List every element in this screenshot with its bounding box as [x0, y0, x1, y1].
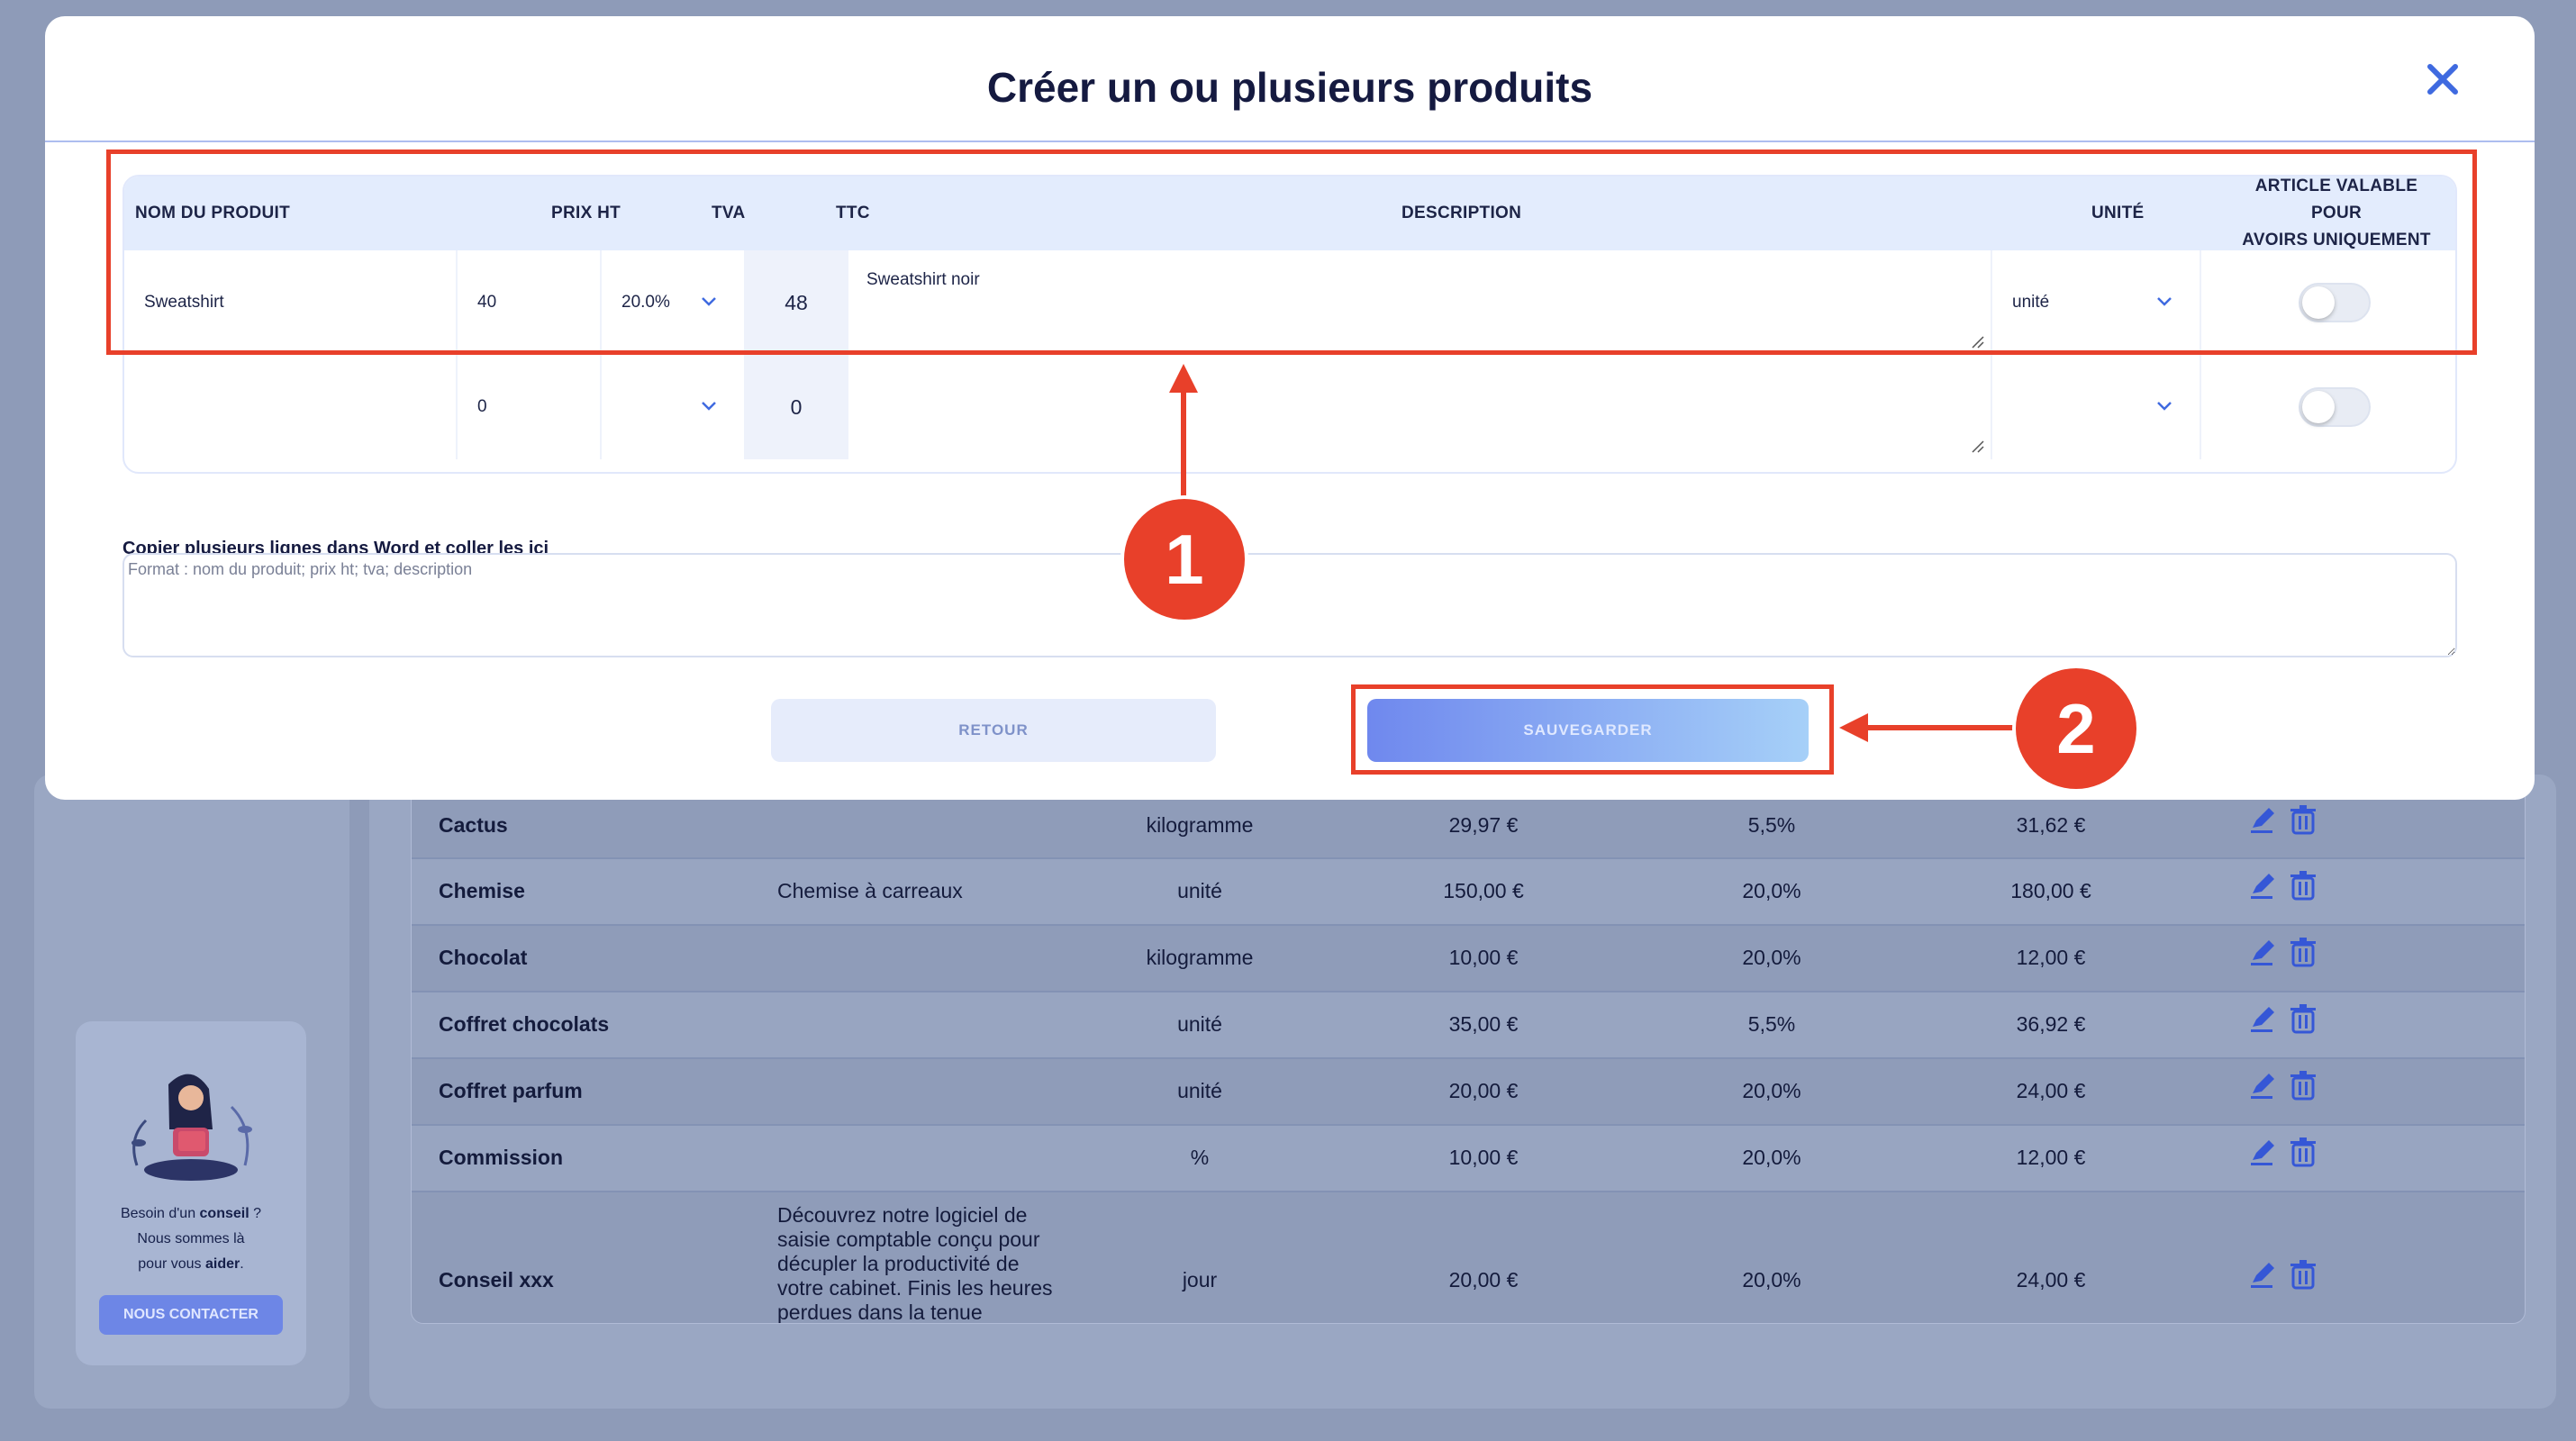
- edit-icon[interactable]: [2249, 870, 2278, 901]
- trash-icon[interactable]: [2289, 870, 2317, 901]
- table-row[interactable]: Chocolat kilogramme 10,00 € 20,0% 12,00 …: [412, 926, 2525, 992]
- contact-button[interactable]: NOUS CONTACTER: [99, 1295, 283, 1335]
- close-button[interactable]: [2423, 59, 2463, 99]
- paste-textarea[interactable]: [122, 553, 2457, 657]
- help-text: Besoin d'un conseil ? Nous sommes là pou…: [120, 1206, 262, 1272]
- chevron-down-icon: [702, 402, 716, 411]
- annotation-box-1: [106, 150, 2477, 355]
- meditation-illustration-icon: [132, 1074, 252, 1181]
- edit-icon[interactable]: [2249, 1259, 2278, 1290]
- resize-handle-icon[interactable]: [1971, 440, 1985, 454]
- unite-select[interactable]: [1992, 355, 2201, 459]
- table-row[interactable]: Coffret chocolats unité 35,00 € 5,5% 36,…: [412, 992, 2525, 1059]
- help-card: Besoin d'un conseil ? Nous sommes là pou…: [76, 1021, 306, 1365]
- avoirs-only-toggle[interactable]: [2299, 387, 2371, 427]
- table-row[interactable]: Chemise Chemise à carreaux unité 150,00 …: [412, 859, 2525, 926]
- create-products-modal: Créer un ou plusieurs produits NOM DU PR…: [45, 16, 2535, 800]
- edit-icon[interactable]: [2249, 1137, 2278, 1167]
- annotation-badge-1: 1: [1124, 499, 1245, 620]
- retour-button[interactable]: RETOUR: [771, 699, 1216, 762]
- product-row: 0: [124, 355, 2455, 459]
- close-icon: [2427, 64, 2458, 95]
- header-divider: [45, 140, 2535, 142]
- trash-icon[interactable]: [2289, 1003, 2317, 1034]
- annotation-badge-2: 2: [2016, 668, 2136, 789]
- modal-title: Créer un ou plusieurs produits: [986, 64, 1593, 111]
- trash-icon[interactable]: [2289, 804, 2317, 835]
- tva-select[interactable]: [602, 355, 746, 459]
- table-row[interactable]: Conseil xxx Découvrez notre logiciel de …: [412, 1192, 2525, 1323]
- chevron-down-icon: [2157, 402, 2172, 411]
- table-row[interactable]: Cactus kilogramme 29,97 € 5,5% 31,62 €: [412, 793, 2525, 859]
- ttc-value: 0: [746, 355, 848, 459]
- trash-icon[interactable]: [2289, 1070, 2317, 1101]
- prix-ht-input[interactable]: [458, 397, 600, 417]
- table-row[interactable]: Coffret parfum unité 20,00 € 20,0% 24,00…: [412, 1059, 2525, 1126]
- product-name-input[interactable]: [124, 397, 456, 417]
- annotation-box-2: [1351, 684, 1834, 775]
- edit-icon[interactable]: [2249, 1070, 2278, 1101]
- edit-icon[interactable]: [2249, 937, 2278, 967]
- table-row[interactable]: Commission % 10,00 € 20,0% 12,00 €: [412, 1126, 2525, 1192]
- trash-icon[interactable]: [2289, 1137, 2317, 1167]
- trash-icon[interactable]: [2289, 937, 2317, 967]
- products-table: Cactus kilogramme 29,97 € 5,5% 31,62 € C…: [411, 793, 2526, 1324]
- edit-icon[interactable]: [2249, 804, 2278, 835]
- description-textarea[interactable]: [848, 355, 1992, 459]
- edit-icon[interactable]: [2249, 1003, 2278, 1034]
- trash-icon[interactable]: [2289, 1259, 2317, 1290]
